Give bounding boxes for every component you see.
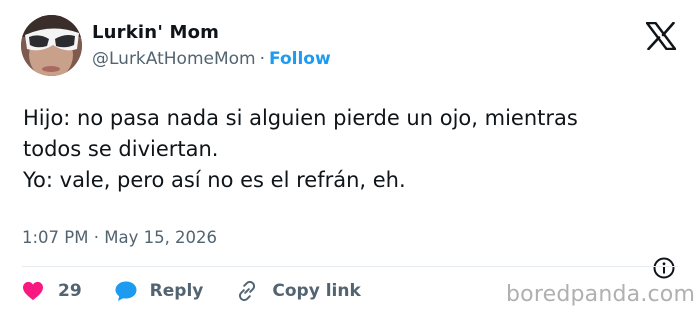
info-icon[interactable] [653, 257, 675, 279]
copy-link-label: Copy link [272, 281, 361, 301]
tweet-timestamp[interactable]: 1:07 PM · May 15, 2026 [22, 228, 217, 247]
action-bar: 29 Reply Copy link [22, 278, 361, 304]
heart-icon [23, 281, 43, 301]
tweet-text: Hijo: no pasa nada si alguien pierde un … [23, 103, 683, 196]
author-handle[interactable]: @LurkAtHomeMom [92, 49, 256, 69]
reply-label: Reply [149, 281, 204, 301]
speech-bubble-icon [115, 281, 137, 301]
reply-button[interactable]: Reply [114, 280, 204, 302]
tweet-line: Hijo: no pasa nada si alguien pierde un … [23, 106, 578, 130]
avatar[interactable] [21, 15, 82, 76]
like-count: 29 [58, 281, 82, 301]
tweet-line: Yo: vale, pero así no es el refrán, eh. [23, 168, 406, 192]
follow-button[interactable]: Follow [269, 49, 331, 69]
divider [22, 266, 678, 267]
link-icon [239, 280, 256, 302]
avatar-image [21, 15, 82, 76]
tweet-line: todos se diviertan. [23, 137, 219, 161]
copy-link-button[interactable]: Copy link [235, 279, 361, 303]
watermark: boredpanda.com [506, 282, 696, 307]
author-handle-row: @LurkAtHomeMom · Follow [92, 49, 331, 69]
x-logo-icon[interactable] [645, 21, 677, 51]
author-display-name[interactable]: Lurkin' Mom [92, 22, 219, 43]
separator-dot: · [259, 49, 266, 69]
like-button[interactable]: 29 [22, 281, 82, 301]
